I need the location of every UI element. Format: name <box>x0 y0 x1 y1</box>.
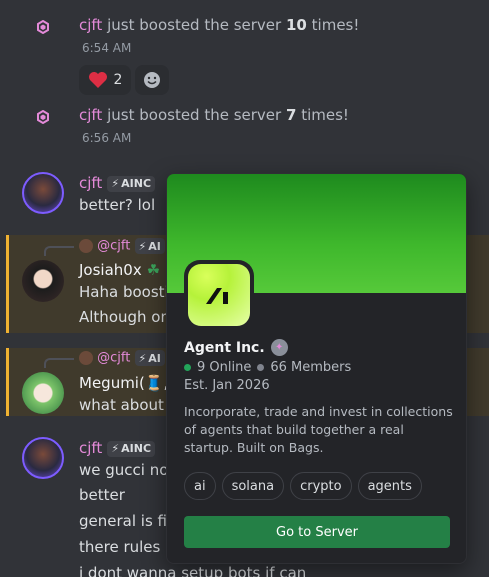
avatar[interactable] <box>22 437 64 479</box>
server-name: Agent Inc. <box>184 339 265 356</box>
mention-bar <box>6 348 9 416</box>
clan-tag: ⚡ AI <box>134 350 165 366</box>
clan-tag[interactable]: ⚡ AINC <box>107 175 156 192</box>
message-header: Josiah0x ☘ <box>79 260 160 280</box>
boost-icon <box>37 110 49 124</box>
tag-chip[interactable]: crypto <box>290 472 352 500</box>
message-text: better? lol <box>79 196 156 214</box>
timestamp: 6:54 AM <box>82 41 132 55</box>
boost-message-2: cjft just boosted the server 7 times! 6:… <box>0 100 489 150</box>
server-profile-popup: Agent Inc. ✦ 9 Online 66 Members Est. Ja… <box>166 173 467 564</box>
mention-bar <box>6 235 9 333</box>
reaction-heart[interactable]: 2 <box>79 65 131 95</box>
message-text: Haha boostin <box>79 283 179 301</box>
avatar[interactable] <box>22 172 64 214</box>
reply-avatar <box>79 239 93 253</box>
avatar[interactable] <box>22 260 64 302</box>
agent-logo-icon <box>206 288 228 304</box>
message-text: Although onl <box>79 308 175 326</box>
message-header: cjft ⚡ AINC <box>79 438 156 457</box>
avatar[interactable] <box>22 372 64 414</box>
tag-chip[interactable]: agents <box>357 472 422 500</box>
tag-chip[interactable]: ai <box>184 472 216 500</box>
server-stats: 9 Online 66 Members <box>184 360 351 375</box>
boost-text: cjft just boosted the server 7 times! <box>79 106 349 124</box>
verified-badge-icon: ✦ <box>270 339 288 356</box>
username[interactable]: Megumi(🧵, <box>79 374 168 392</box>
timestamp: 6:56 AM <box>82 131 132 145</box>
server-established: Est. Jan 2026 <box>184 378 270 393</box>
leaf-icon: ☘ <box>146 261 161 279</box>
username[interactable]: cjft <box>79 106 102 124</box>
server-description: Incorporate, trade and invest in collect… <box>184 404 453 455</box>
add-reaction-button[interactable] <box>135 65 169 95</box>
reply-preview[interactable]: @cjft ⚡ AI <box>79 238 165 254</box>
message-text: better <box>79 486 125 504</box>
message-text: i dont wanna setup bots if can <box>79 564 307 577</box>
server-name-row: Agent Inc. ✦ <box>184 339 288 356</box>
message-header: Megumi(🧵, <box>79 373 168 393</box>
message-text: what about a <box>79 396 178 414</box>
server-tags: ai solana crypto agents <box>184 472 422 500</box>
username[interactable]: cjft <box>79 174 102 192</box>
reply-spine <box>44 358 74 368</box>
boost-text: cjft just boosted the server 10 times! <box>79 16 360 34</box>
heart-icon <box>88 72 107 88</box>
online-count: 9 Online <box>197 360 252 375</box>
reply-spine <box>44 246 74 256</box>
online-dot-icon <box>184 364 191 371</box>
add-reaction-icon <box>144 72 160 88</box>
member-count: 66 Members <box>270 360 352 375</box>
username[interactable]: Josiah0x <box>79 261 142 279</box>
username[interactable]: cjft <box>79 16 102 34</box>
message-text: there rules n <box>79 538 175 556</box>
reply-avatar <box>79 351 93 365</box>
reply-preview[interactable]: @cjft ⚡ AI <box>79 350 165 366</box>
username[interactable]: cjft <box>79 439 102 457</box>
boost-icon <box>37 20 49 34</box>
reaction-count: 2 <box>113 72 123 88</box>
clan-tag[interactable]: ⚡ AINC <box>107 440 156 457</box>
go-to-server-button[interactable]: Go to Server <box>184 516 450 548</box>
clan-tag: ⚡ AI <box>134 238 165 254</box>
server-icon[interactable] <box>184 260 254 330</box>
tag-chip[interactable]: solana <box>221 472 285 500</box>
members-dot-icon <box>257 364 265 371</box>
message-header: cjft ⚡ AINC <box>79 173 156 192</box>
boost-message-1: cjft just boosted the server 10 times! 6… <box>0 10 489 60</box>
